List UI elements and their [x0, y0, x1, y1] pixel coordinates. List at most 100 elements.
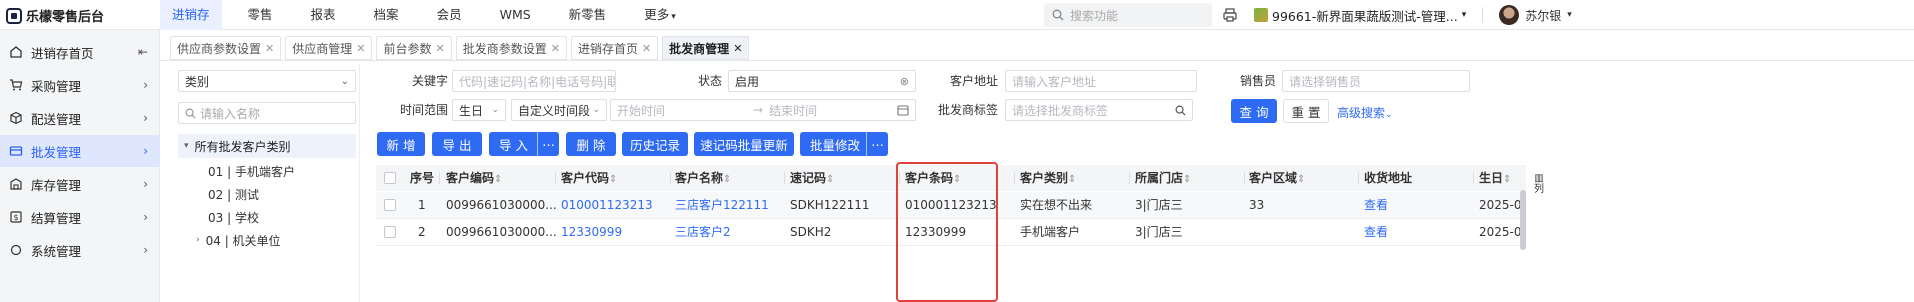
shop-selector[interactable]: 99661-新界面果蔬版测试-管理... ▾	[1254, 6, 1466, 25]
add-button[interactable]: 新 增	[377, 132, 425, 156]
user-menu[interactable]: 苏尔银 ▾	[1499, 5, 1572, 25]
sidebar-item-home[interactable]: 进销存首页 ⇤	[0, 36, 160, 68]
sidebar-item-purchase[interactable]: 采购管理 ›	[0, 69, 160, 101]
close-icon[interactable]: ✕	[551, 42, 560, 55]
close-icon[interactable]: ✕	[642, 42, 651, 55]
tab-front-params[interactable]: 前台参数 ✕	[376, 36, 452, 60]
export-button[interactable]: 导 出	[432, 132, 482, 156]
date-range-picker[interactable]: 开始时间 → 结束时间	[610, 99, 916, 121]
sidebar-item-label: 结算管理	[31, 210, 82, 226]
update-shortcode-button[interactable]: 速记码批量更新	[694, 132, 794, 156]
topnav-more[interactable]: 更多 ▾	[632, 0, 688, 30]
column-header[interactable]: 速记码⇕	[790, 165, 900, 191]
salesperson-select[interactable]: 请选择销售员	[1282, 70, 1470, 92]
keyword-input[interactable]: 代码|速记码|名称|电话号码|联...	[452, 70, 616, 92]
tree-node[interactable]: 01 | 手机端客户	[208, 160, 295, 182]
status-select[interactable]: 启用 ⊗	[728, 70, 916, 92]
topnav-new-retail[interactable]: 新零售	[557, 0, 619, 30]
sort-icon[interactable]: ⇕	[1068, 174, 1076, 185]
more-icon[interactable]: ⋯	[537, 132, 559, 156]
time-mode-value: 自定义时间段	[518, 103, 591, 118]
sort-icon[interactable]: ⇕	[494, 174, 502, 185]
cell-customer-name[interactable]: 三店客户2	[675, 219, 731, 245]
advanced-search-link[interactable]: 高级搜索⌄	[1337, 104, 1393, 121]
tab-jxc-home[interactable]: 进销存首页 ✕	[570, 36, 659, 60]
app-logo[interactable]: 乐檬零售后台	[6, 6, 104, 25]
view-address-link[interactable]: 查看	[1364, 219, 1388, 245]
row-checkbox[interactable]	[384, 199, 396, 211]
sidebar-item-system[interactable]: 系统管理 ›	[0, 234, 160, 266]
column-header[interactable]: 客户编码⇕	[446, 165, 556, 191]
topnav-jinxiaocun[interactable]: 进销存	[160, 0, 222, 30]
tree-type-select[interactable]: 类别 ⌄	[178, 70, 356, 92]
expand-arrow-icon[interactable]: ▾	[184, 141, 189, 151]
reset-button[interactable]: 重 置	[1283, 99, 1329, 123]
tab-wholesaler-manage[interactable]: 批发商管理 ✕	[662, 36, 750, 60]
address-input[interactable]: 请输入客户地址	[1005, 70, 1197, 92]
history-button[interactable]: 历史记录	[622, 132, 688, 156]
sort-icon[interactable]: ⇕	[1503, 174, 1511, 185]
sidebar-item-wholesale[interactable]: 批发管理 ›	[0, 135, 160, 167]
cell-birthday: 2025-03	[1479, 225, 1526, 239]
clear-icon[interactable]: ⊗	[900, 75, 909, 88]
sidebar-item-inventory[interactable]: 库存管理 ›	[0, 168, 160, 200]
column-header[interactable]: 客户类别⇕	[1020, 165, 1130, 191]
table-scrollbar[interactable]	[1520, 190, 1526, 250]
sort-icon[interactable]: ⇕	[1297, 174, 1305, 185]
column-settings-icon[interactable]: ▥ 列	[1534, 173, 1544, 195]
select-all-checkbox[interactable]	[384, 172, 396, 184]
column-header[interactable]: 客户代码⇕	[561, 165, 671, 191]
import-button[interactable]: 导 入 ⋯	[489, 132, 559, 156]
query-button[interactable]: 查 询	[1231, 99, 1277, 123]
sort-icon[interactable]: ⇕	[609, 174, 617, 185]
time-mode-select[interactable]: 自定义时间段 ⌄	[511, 99, 607, 121]
cell-customer-name[interactable]: 三店客户122111	[675, 192, 769, 218]
tree-search-input[interactable]: 请输入名称	[178, 102, 356, 124]
column-label: 客户名称	[675, 171, 724, 185]
column-header[interactable]: 客户名称⇕	[675, 165, 785, 191]
tab-wholesaler-params[interactable]: 批发商参数设置 ✕	[455, 36, 567, 60]
close-icon[interactable]: ✕	[356, 42, 365, 55]
tab-supplier-manage[interactable]: 供应商管理 ✕	[285, 36, 373, 60]
sort-icon[interactable]: ⇕	[1183, 174, 1191, 185]
tree-node-label: 所有批发客户类别	[194, 139, 291, 154]
topnav-retail[interactable]: 零售	[236, 0, 285, 30]
column-header[interactable]: 客户区域⇕	[1249, 165, 1359, 191]
tree-root-node[interactable]: ▾ 所有批发客户类别	[178, 134, 356, 158]
collapse-sidebar-icon[interactable]: ⇤	[138, 45, 148, 59]
cell-store: 3|门店三	[1135, 198, 1183, 212]
tree-node[interactable]: › 04 | 机关单位	[196, 229, 281, 251]
cell-customer-code[interactable]: 010001123213	[561, 192, 653, 218]
time-range-label: 时间范围	[399, 103, 448, 117]
expand-arrow-icon[interactable]: ›	[196, 235, 200, 245]
tab-label: 批发商参数设置	[462, 41, 547, 56]
cell-index: 1	[418, 198, 426, 212]
close-icon[interactable]: ✕	[733, 42, 742, 55]
more-icon[interactable]: ⋯	[866, 132, 888, 156]
sidebar-item-distribution[interactable]: 配送管理 ›	[0, 102, 160, 134]
batch-edit-button[interactable]: 批量修改 ⋯	[800, 132, 888, 156]
topnav-members[interactable]: 会员	[425, 0, 474, 30]
sidebar-item-settlement[interactable]: $ 结算管理 ›	[0, 201, 160, 233]
sort-icon[interactable]: ⇕	[723, 174, 731, 185]
column-header[interactable]: 所属门店⇕	[1135, 165, 1245, 191]
printer-icon[interactable]	[1222, 7, 1238, 23]
topnav-archives[interactable]: 档案	[362, 0, 411, 30]
topnav-reports[interactable]: 报表	[299, 0, 348, 30]
feature-search-input[interactable]: 搜索功能	[1044, 3, 1212, 27]
column-label: 所属门店	[1135, 171, 1184, 185]
close-icon[interactable]: ✕	[265, 42, 274, 55]
tab-supplier-params[interactable]: 供应商参数设置 ✕	[170, 36, 282, 60]
cell-customer-code[interactable]: 12330999	[561, 219, 622, 245]
time-type-select[interactable]: 生日 ⌄	[452, 99, 506, 121]
topnav-wms[interactable]: WMS	[488, 0, 543, 30]
close-icon[interactable]: ✕	[435, 42, 444, 55]
delete-button[interactable]: 删 除	[566, 132, 616, 156]
tag-select[interactable]: 请选择批发商标签	[1005, 99, 1193, 121]
tree-node[interactable]: 02 | 测试	[208, 183, 259, 205]
column-header[interactable]: 生日⇕	[1479, 165, 1539, 191]
sort-icon[interactable]: ⇕	[826, 174, 834, 185]
row-checkbox[interactable]	[384, 226, 396, 238]
view-address-link[interactable]: 查看	[1364, 192, 1388, 218]
tree-node[interactable]: 03 | 学校	[208, 206, 259, 228]
